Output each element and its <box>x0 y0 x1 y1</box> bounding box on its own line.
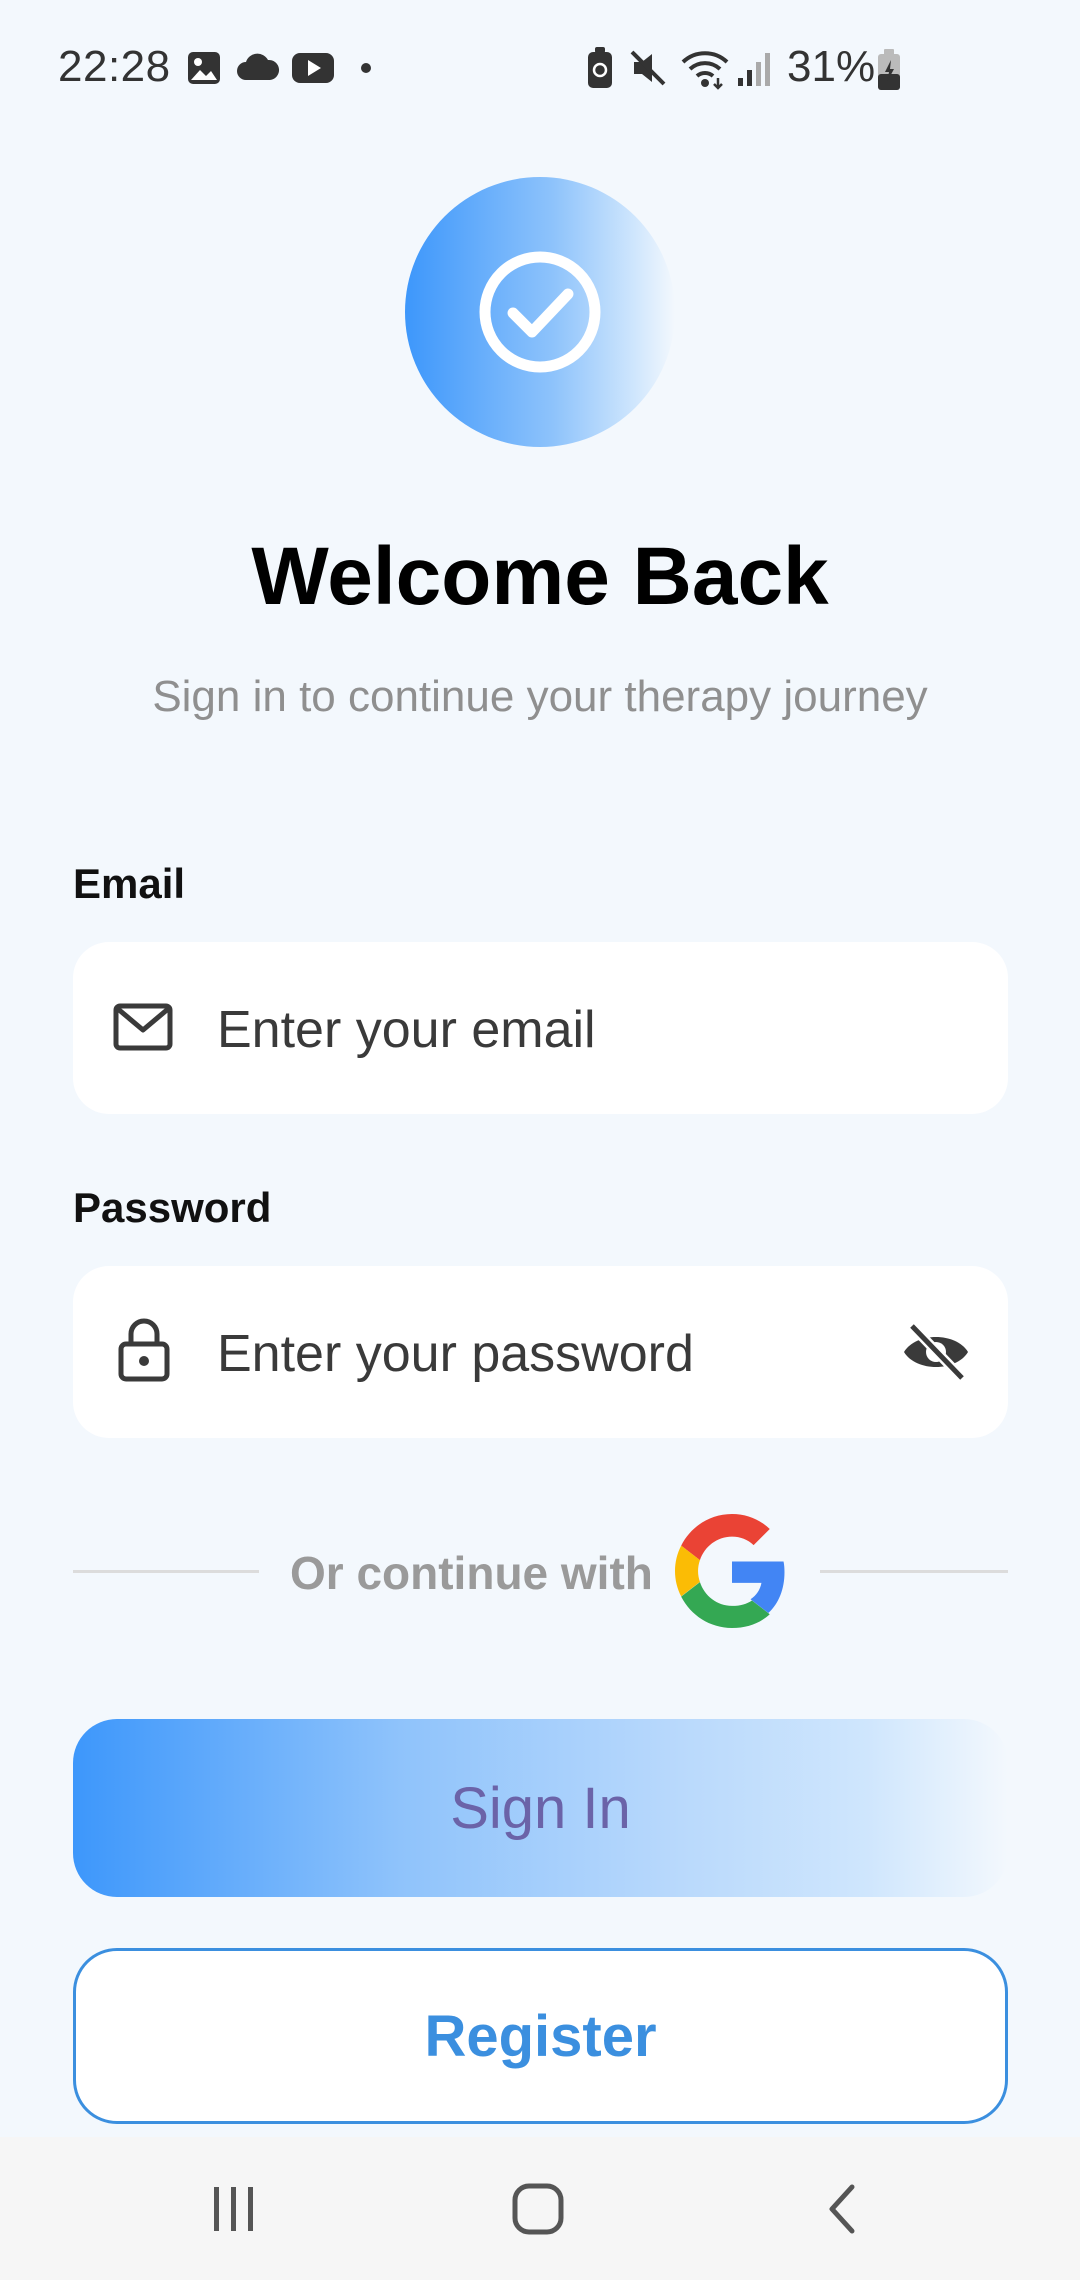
email-label: Email <box>73 860 186 907</box>
email-input[interactable]: Enter your email <box>217 1000 596 1060</box>
visibility-off-icon[interactable] <box>902 1322 970 1382</box>
password-label: Password <box>73 1184 272 1231</box>
battery-charging-icon <box>878 49 900 90</box>
cloud-icon <box>237 53 280 80</box>
sign-in-button[interactable]: Sign In <box>73 1719 1008 1897</box>
divider-text: Or continue with <box>290 1547 653 1599</box>
google-sign-in-icon[interactable] <box>675 1514 789 1628</box>
app-logo <box>405 177 675 447</box>
check-circle-icon <box>479 251 601 373</box>
page-subtitle: Sign in to continue your therapy journey <box>152 672 928 721</box>
login-screen: 22:28 31% Welcome Back Sign in to contin… <box>0 0 1080 2280</box>
dot-icon <box>361 63 371 73</box>
youtube-icon <box>292 53 334 83</box>
register-label: Register <box>424 2003 657 2069</box>
register-button[interactable]: Register <box>73 1948 1008 2124</box>
page-title: Welcome Back <box>251 531 829 622</box>
status-time: 22:28 <box>58 42 171 91</box>
gallery-icon <box>188 52 220 84</box>
divider-right <box>820 1570 1008 1573</box>
divider-left <box>73 1570 259 1573</box>
sign-in-label: Sign In <box>450 1775 631 1841</box>
battery-saver-icon <box>588 47 612 88</box>
password-input[interactable]: Enter your password <box>217 1324 694 1384</box>
signal-icon <box>738 53 770 86</box>
back-icon[interactable] <box>820 2181 864 2237</box>
status-bar: 22:28 31% <box>0 0 1080 140</box>
home-icon[interactable] <box>510 2181 566 2237</box>
wifi-icon <box>681 51 729 90</box>
system-nav-bar <box>0 2137 1080 2280</box>
lock-icon <box>118 1318 170 1382</box>
recent-apps-icon[interactable] <box>208 2181 260 2237</box>
battery-percent: 31% <box>787 42 876 91</box>
email-field[interactable]: Enter your email <box>73 942 1008 1114</box>
password-field[interactable]: Enter your password <box>73 1266 1008 1438</box>
mail-icon <box>113 1003 173 1051</box>
mute-icon <box>630 50 666 86</box>
